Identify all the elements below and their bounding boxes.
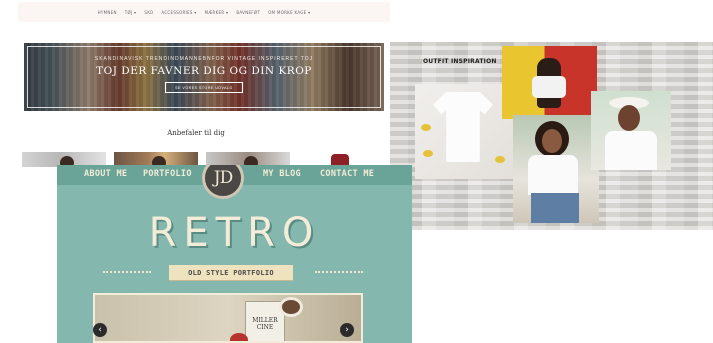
logo-initials: JD <box>213 168 233 188</box>
shop-top-nav: HYMNEN TØJ ▾ SKO ACCESSORIES ▾ MÆRKER ▾ … <box>18 2 390 22</box>
model-face <box>618 105 640 131</box>
nav-item-home[interactable]: HYMNEN <box>98 10 117 15</box>
fashion-shop-screenshot: HYMNEN TØJ ▾ SKO ACCESSORIES ▾ MÆRKER ▾ … <box>0 0 392 175</box>
hero-banner: SKANDINAVISK TRENDINDMANNEBNFOR VINTAGE … <box>24 43 384 111</box>
nav-portfolio[interactable]: PORTFOLIO <box>143 169 192 179</box>
board-title: OUTFIT INSPIRATION <box>423 58 497 65</box>
outfit-inspiration-board: OUTFIT INSPIRATION <box>390 42 713 230</box>
ribbon-banner: OLD STYLE PORTFOLIO <box>162 265 300 280</box>
lemon <box>421 124 431 131</box>
dotted-divider <box>315 271 363 273</box>
nav-contact-me[interactable]: CONTACT ME <box>320 169 374 179</box>
hero-title: TOJ DER FAVNER DIG OG DIN KROP <box>96 65 312 77</box>
white-tshirt <box>433 92 493 162</box>
nav-item-sale[interactable]: BAVNEFØT <box>236 10 260 15</box>
lemon <box>495 156 505 163</box>
model-jeans <box>531 193 579 223</box>
book-title-line: MILLER <box>252 317 278 324</box>
nav-item-clothing[interactable]: TØJ ▾ <box>125 10 137 15</box>
nav-my-blog[interactable]: MY BLOG <box>263 169 301 179</box>
recommend-heading: Anbefaler til dig <box>167 129 225 137</box>
smiling-model-photo <box>513 115 599 223</box>
nav-item-shoes[interactable]: SKO <box>144 10 153 15</box>
tshirt-photo <box>415 84 513 179</box>
nav-item-brands[interactable]: MÆRKER ▾ <box>205 10 229 15</box>
coffee-cup <box>279 297 303 317</box>
model-shirt <box>532 76 566 98</box>
dotted-divider <box>103 271 151 273</box>
book-title: MILLER CINE <box>248 317 282 331</box>
hat-model-photo <box>591 91 671 170</box>
nav-about-me[interactable]: ABOUT ME <box>84 169 127 179</box>
retro-title: RETRO <box>148 210 321 256</box>
model-shirt <box>528 155 578 195</box>
slider-prev-button[interactable]: ‹ <box>93 323 107 337</box>
ribbon-text: OLD STYLE PORTFOLIO <box>188 268 274 277</box>
model-shirt <box>605 131 657 170</box>
retro-portfolio-screenshot: ABOUT ME PORTFOLIO JD MY BLOG CONTACT ME… <box>57 165 412 343</box>
red-object <box>230 333 248 341</box>
image-slider: MILLER CINE <box>93 293 363 343</box>
lemon <box>423 150 433 157</box>
nav-item-about[interactable]: OM MORKE KAGE ▾ <box>268 10 310 15</box>
slider-next-button[interactable]: › <box>340 323 354 337</box>
book-title-line: CINE <box>256 324 274 331</box>
nav-item-accessories[interactable]: ACCESSORIES ▾ <box>161 10 196 15</box>
jd-logo[interactable]: JD <box>202 165 244 199</box>
model-face <box>542 129 562 153</box>
hero-cta-button[interactable]: SE VORES STORE UDVALG <box>165 82 243 93</box>
hero-kicker: SKANDINAVISK TRENDINDMANNEBNFOR VINTAGE … <box>94 56 314 62</box>
slider-photo <box>95 295 361 341</box>
yellow-wall-photo <box>502 46 597 119</box>
